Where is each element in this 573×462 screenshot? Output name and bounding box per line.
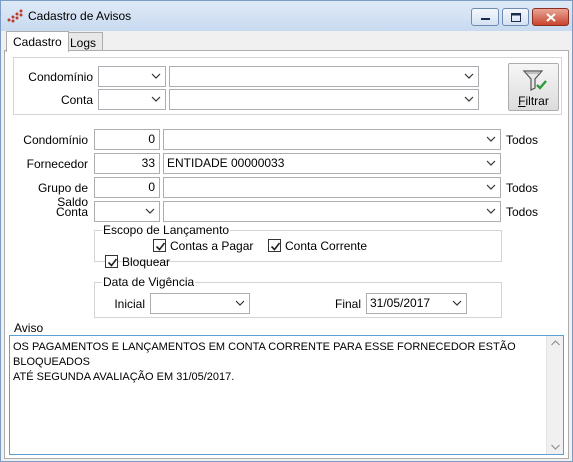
fornecedor-label: Fornecedor	[26, 157, 88, 171]
check-icon	[107, 258, 118, 267]
filtrar-label: Filtrar	[518, 94, 549, 108]
filter-conta-code-combo[interactable]	[98, 89, 166, 110]
tab-panel-cadastro: Condomínio Conta Filtrar Condomínio 0 To…	[4, 50, 569, 459]
chevron-down-icon	[486, 205, 496, 217]
aviso-textarea[interactable]: OS PAGAMENTOS E LANÇAMENTOS EM CONTA COR…	[9, 335, 564, 455]
vigencia-title: Data de Vigência	[102, 275, 196, 289]
conta-label: Conta	[55, 205, 88, 219]
filtrar-button[interactable]: Filtrar	[508, 63, 559, 111]
chevron-down-icon	[486, 157, 496, 169]
contas-pagar-label[interactable]: Contas a Pagar	[170, 239, 253, 253]
aviso-text[interactable]: OS PAGAMENTOS E LANÇAMENTOS EM CONTA COR…	[13, 340, 543, 385]
filter-panel: Condomínio Conta Filtrar	[13, 57, 562, 115]
chevron-down-icon	[235, 297, 245, 309]
tab-cadastro[interactable]: Cadastro	[6, 31, 69, 52]
app-icon	[7, 9, 23, 23]
chevron-down-icon	[464, 93, 474, 105]
aviso-title: Aviso	[13, 321, 45, 335]
escopo-title: Escopo de Lançamento	[102, 223, 231, 237]
conta-corrente-checkbox[interactable]	[268, 239, 281, 252]
inicial-label: Inicial	[114, 297, 145, 311]
chevron-down-icon	[486, 181, 496, 193]
conta-code-combo[interactable]	[94, 201, 160, 222]
main-window: Cadastro de Avisos Cadastro Logs Condomí…	[0, 0, 573, 462]
chevron-down-icon	[452, 297, 462, 309]
conta-name-combo[interactable]	[163, 201, 501, 222]
scroll-down-icon	[551, 444, 560, 450]
check-icon	[270, 242, 281, 251]
condominio-code-input[interactable]: 0	[94, 129, 160, 150]
minimize-button[interactable]	[471, 8, 499, 26]
tab-logs[interactable]: Logs	[63, 32, 104, 52]
funnel-icon	[522, 69, 548, 96]
close-button[interactable]	[532, 8, 569, 26]
check-icon	[155, 242, 166, 251]
filter-conta-name-combo[interactable]	[169, 89, 479, 110]
grupo-saldo-name-combo[interactable]	[163, 177, 501, 198]
grupo-saldo-todos-label: Todos	[506, 181, 539, 195]
title-bar[interactable]: Cadastro de Avisos	[1, 1, 572, 31]
window-title: Cadastro de Avisos	[28, 9, 132, 23]
chevron-down-icon	[464, 70, 474, 82]
conta-corrente-label[interactable]: Conta Corrente	[285, 239, 367, 253]
bloquear-label[interactable]: Bloquear	[122, 255, 170, 269]
inicial-date-picker[interactable]	[150, 293, 250, 314]
fornecedor-name-combo[interactable]: ENTIDADE 00000033	[163, 153, 501, 174]
conta-todos-label: Todos	[506, 205, 539, 219]
filter-condominio-code-combo[interactable]	[98, 66, 166, 87]
bloquear-checkbox[interactable]	[105, 255, 118, 268]
condominio-name-combo[interactable]	[163, 129, 501, 150]
filter-conta-label: Conta	[60, 93, 93, 107]
final-label: Final	[334, 297, 361, 311]
chevron-down-icon	[151, 93, 161, 105]
chevron-down-icon	[145, 205, 155, 217]
condominio-label: Condomínio	[23, 133, 88, 147]
maximize-button[interactable]	[502, 8, 529, 26]
chevron-down-icon	[151, 70, 161, 82]
filter-condominio-label: Condomínio	[28, 70, 93, 84]
contas-pagar-checkbox[interactable]	[153, 239, 166, 252]
fornecedor-code-input[interactable]: 33	[94, 153, 160, 174]
aviso-scrollbar[interactable]	[546, 336, 563, 454]
final-date-picker[interactable]: 31/05/2017	[366, 293, 467, 314]
scroll-up-icon	[551, 340, 560, 346]
condominio-todos-label: Todos	[506, 133, 539, 147]
grupo-saldo-code-input[interactable]: 0	[94, 177, 160, 198]
filter-condominio-name-combo[interactable]	[169, 66, 479, 87]
chevron-down-icon	[486, 133, 496, 145]
